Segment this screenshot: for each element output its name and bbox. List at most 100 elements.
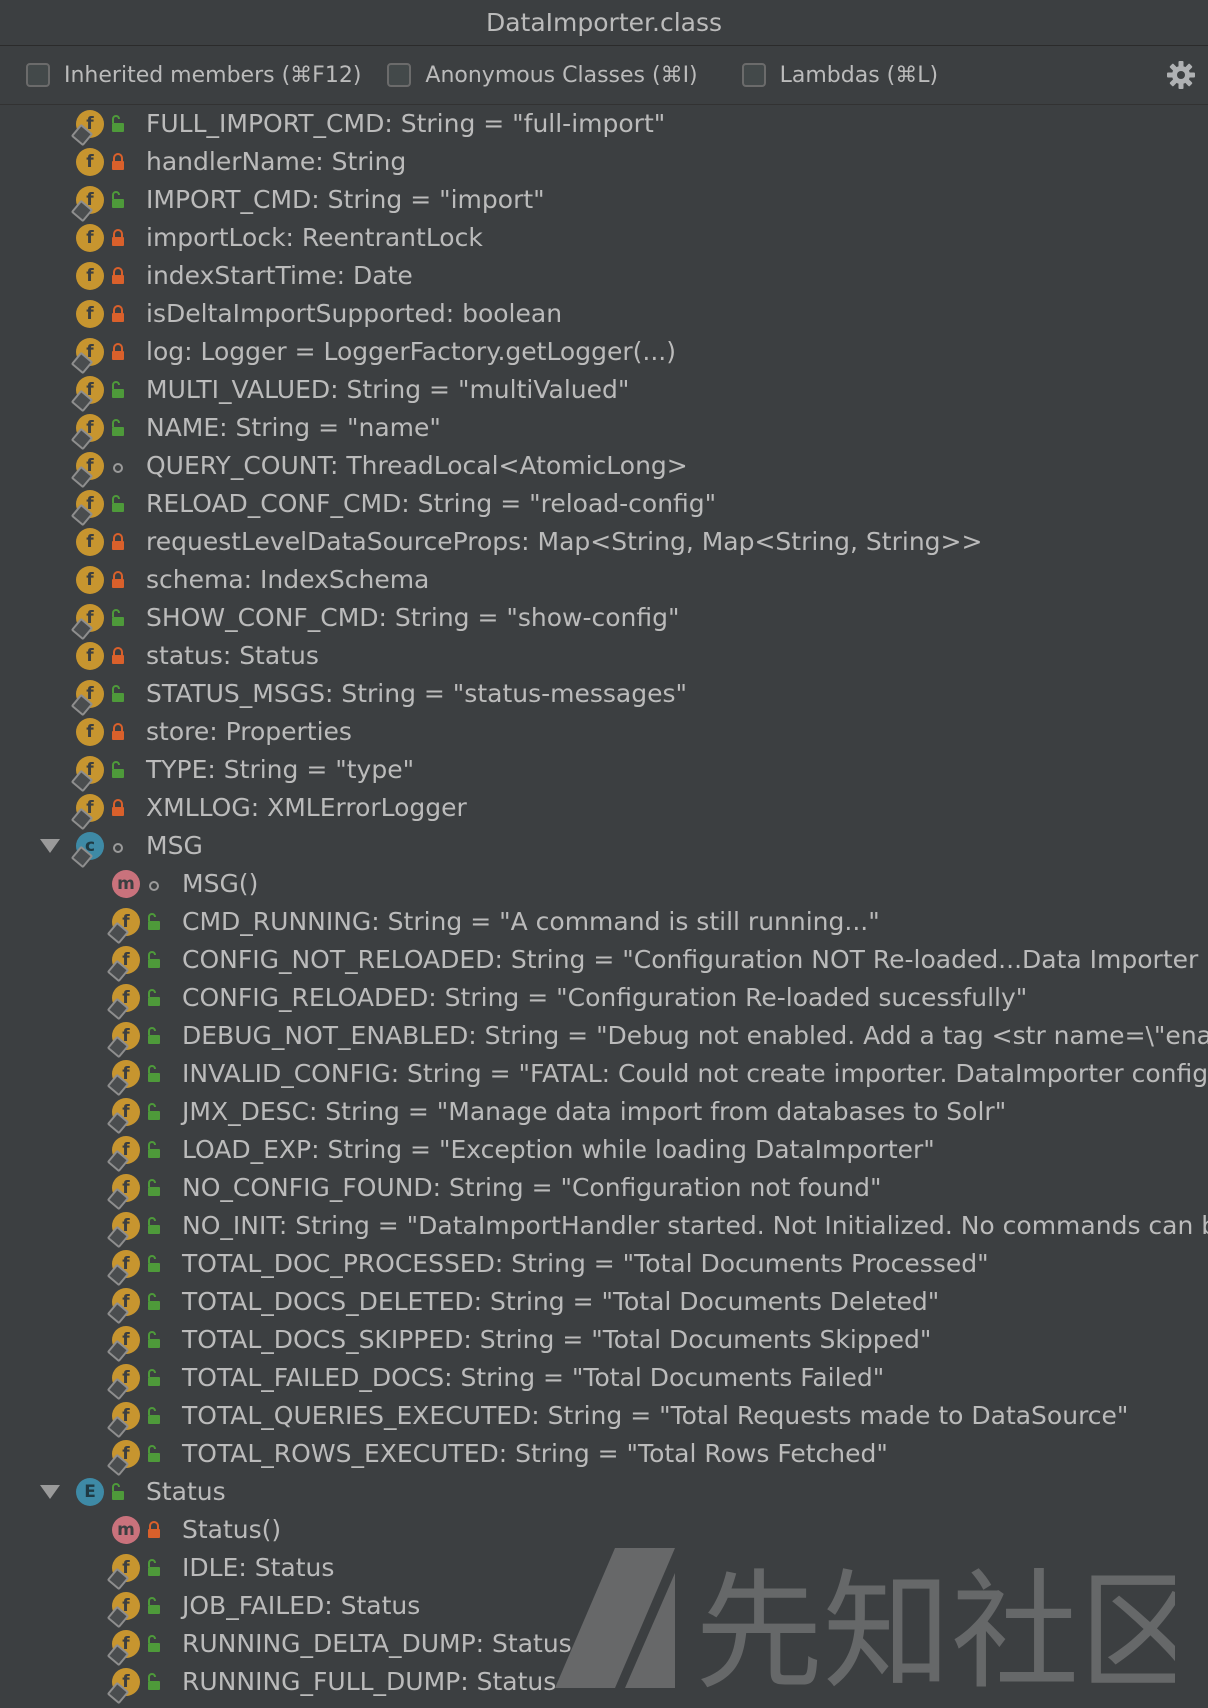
checkbox-box[interactable] [26,63,50,87]
public-lock-icon [148,1407,160,1424]
tree-item-label: LOAD_EXP: String = "Exception while load… [182,1135,935,1164]
method-icon: m [112,1516,140,1544]
tree-item-label: isDeltaImportSupported: boolean [146,299,563,328]
tree-item-label: JOB_FAILED: Status [182,1591,421,1620]
tree-item[interactable]: f RUNNING_DELTA_DUMP: Status [0,1625,1208,1667]
filter-toolbar: Inherited members (⌘F12) Anonymous Class… [0,46,1208,105]
public-lock-icon [148,1141,160,1158]
tree-item[interactable]: f TOTAL_DOCS_DELETED: String = "Total Doc… [0,1283,1208,1325]
inherited-members-checkbox[interactable]: Inherited members (⌘F12) [26,63,361,88]
tree-item[interactable]: f IMPORT_CMD: String = "import" [0,181,1208,223]
tree-item[interactable]: f indexStartTime: Date [0,257,1208,295]
tree-item[interactable]: f TYPE: String = "type" [0,751,1208,793]
structure-tree[interactable]: f FULL_IMPORT_CMD: String = "full-import"… [0,105,1208,1708]
expand-arrow-icon[interactable] [40,839,60,853]
tree-item[interactable]: f SHOW_CONF_CMD: String = "show-config" [0,599,1208,641]
public-lock-icon [148,1217,160,1234]
tree-item[interactable]: f importLock: ReentrantLock [0,219,1208,257]
tree-item-label: RUNNING_DELTA_DUMP: Status [182,1629,572,1658]
tree-item-label: TOTAL_DOC_PROCESSED: String = "Total Doc… [182,1249,989,1278]
expand-arrow-icon[interactable] [40,1485,60,1499]
public-lock-icon [112,419,124,436]
tree-item[interactable]: f LOAD_EXP: String = "Exception while loa… [0,1131,1208,1173]
public-lock-icon [148,989,160,1006]
tree-item[interactable]: m Status() [0,1511,1208,1549]
tree-item-label: TOTAL_DOCS_SKIPPED: String = "Total Docu… [182,1325,932,1354]
field-icon: f [76,528,104,556]
tree-item-label: XMLLOG: XMLErrorLogger [146,793,467,822]
public-lock-icon [112,381,124,398]
tree-item[interactable]: f TOTAL_ROWS_EXECUTED: String = "Total Ro… [0,1435,1208,1477]
tree-item-label: requestLevelDataSourceProps: Map<String,… [146,527,983,556]
tree-item[interactable]: f log: Logger = LoggerFactory.getLogger(.… [0,333,1208,375]
package-visibility-icon [113,843,123,853]
private-lock-icon [112,267,124,284]
tree-item-label: INVALID_CONFIG: String = "FATAL: Could n… [182,1059,1208,1088]
tree-item[interactable]: f STATUS_MSGS: String = "status-messages" [0,675,1208,717]
tree-item-label: IDLE: Status [182,1553,335,1582]
tree-item-label: NO_CONFIG_FOUND: String = "Configuration… [182,1173,882,1202]
field-icon: f [76,224,104,252]
tree-item[interactable]: f store: Properties [0,713,1208,751]
tree-item-label: CONFIG_RELOADED: String = "Configuration… [182,983,1028,1012]
gear-icon[interactable] [1166,60,1196,90]
tree-item-label: TOTAL_FAILED_DOCS: String = "Total Docum… [182,1363,885,1392]
tree-item-label: status: Status [146,641,319,670]
public-lock-icon [148,1065,160,1082]
public-lock-icon [112,495,124,512]
tree-item[interactable]: f MULTI_VALUED: String = "multiValued" [0,371,1208,413]
tree-item[interactable]: f RELOAD_CONF_CMD: String = "reload-confi… [0,485,1208,527]
tree-item[interactable]: f NO_CONFIG_FOUND: String = "Configuratio… [0,1169,1208,1211]
tree-item[interactable]: f JOB_FAILED: Status [0,1587,1208,1629]
tree-item[interactable]: f FULL_IMPORT_CMD: String = "full-import" [0,105,1208,147]
tree-item[interactable]: f DEBUG_NOT_ENABLED: String = "Debug not … [0,1017,1208,1059]
tree-item-label: log: Logger = LoggerFactory.getLogger(..… [146,337,676,366]
tree-item[interactable]: m MSG() [0,865,1208,903]
tree-item[interactable]: f JMX_DESC: String = "Manage data import … [0,1093,1208,1135]
tree-item[interactable]: f NO_INIT: String = "DataImportHandler st… [0,1207,1208,1249]
tree-item-label: MSG() [182,869,259,898]
tree-item[interactable]: f status: Status [0,637,1208,675]
tree-item[interactable]: f CONFIG_RELOADED: String = "Configuratio… [0,979,1208,1021]
public-lock-icon [148,1255,160,1272]
tree-item[interactable]: f schema: IndexSchema [0,561,1208,599]
tree-item[interactable]: f handlerName: String [0,143,1208,181]
tree-item[interactable]: f isDeltaImportSupported: boolean [0,295,1208,333]
private-lock-icon [112,799,124,816]
tree-item[interactable]: f XMLLOG: XMLErrorLogger [0,789,1208,831]
tree-item[interactable]: f RUNNING_FULL_DUMP: Status [0,1663,1208,1705]
anonymous-classes-label: Anonymous Classes (⌘I) [425,62,698,88]
tree-node-class[interactable]: c MSG [0,827,1208,869]
tree-item-label: Status [146,1477,226,1506]
field-icon: f [76,566,104,594]
public-lock-icon [148,1673,160,1690]
tree-item[interactable]: f requestLevelDataSourceProps: Map<String… [0,523,1208,561]
private-lock-icon [112,571,124,588]
tree-item-label: DEBUG_NOT_ENABLED: String = "Debug not e… [182,1021,1208,1050]
lambdas-checkbox[interactable]: Lambdas (⌘L) [741,63,938,88]
tree-item[interactable]: f TOTAL_DOC_PROCESSED: String = "Total Do… [0,1245,1208,1287]
field-icon: f [76,718,104,746]
tree-item[interactable]: f CONFIG_NOT_RELOADED: String = "Configur… [0,941,1208,983]
tree-item-label: TOTAL_DOCS_DELETED: String = "Total Docu… [182,1287,940,1316]
tree-item[interactable]: f IDLE: Status [0,1549,1208,1591]
private-lock-icon [112,343,124,360]
tree-item[interactable]: f NAME: String = "name" [0,409,1208,451]
anonymous-classes-checkbox[interactable]: Anonymous Classes (⌘I) [387,62,698,88]
public-lock-icon [148,1027,160,1044]
tree-item-label: MULTI_VALUED: String = "multiValued" [146,375,630,404]
tree-item[interactable]: f TOTAL_FAILED_DOCS: String = "Total Docu… [0,1359,1208,1401]
tree-item-label: FULL_IMPORT_CMD: String = "full-import" [146,109,666,138]
window-title-text: DataImporter.class [485,8,723,37]
public-lock-icon [148,1635,160,1652]
tree-node-enum[interactable]: E Status [0,1473,1208,1511]
tree-item-label: NO_INIT: String = "DataImportHandler sta… [182,1211,1208,1240]
tree-item[interactable]: f CMD_RUNNING: String = "A command is sti… [0,903,1208,945]
checkbox-box[interactable] [741,63,766,87]
tree-item[interactable]: f INVALID_CONFIG: String = "FATAL: Could … [0,1055,1208,1097]
checkbox-box[interactable] [387,63,412,87]
tree-item[interactable]: f TOTAL_QUERIES_EXECUTED: String = "Total… [0,1397,1208,1439]
field-icon: f [76,148,104,176]
tree-item[interactable]: f QUERY_COUNT: ThreadLocal<AtomicLong> [0,447,1208,489]
tree-item[interactable]: f TOTAL_DOCS_SKIPPED: String = "Total Doc… [0,1321,1208,1363]
